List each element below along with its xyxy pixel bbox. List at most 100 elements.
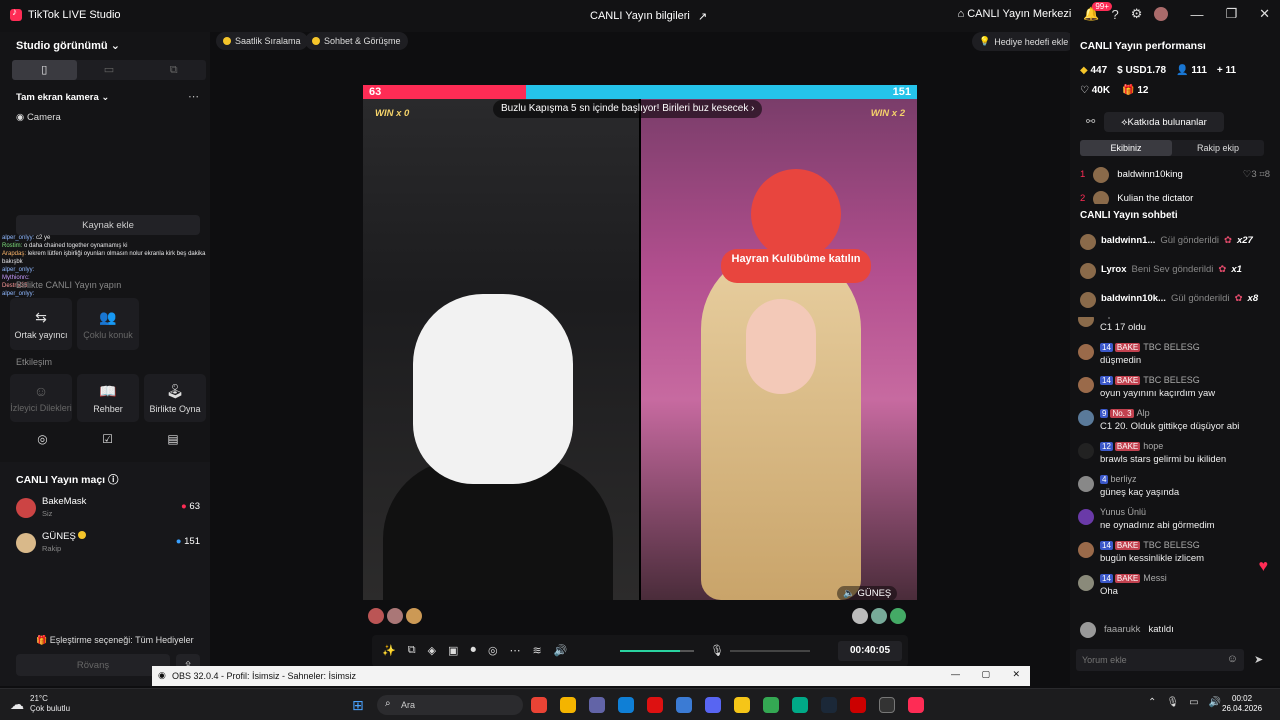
minimize-icon[interactable]: — — [951, 669, 960, 679]
multi-guest-button[interactable]: 👥 Çoklu konuk — [77, 298, 139, 350]
chat-message[interactable]: 9 No. 3 Alp C1 20. Olduk gittikçe düşüyor a… — [1078, 408, 1268, 432]
microphone-icon[interactable]: 🎙 — [1166, 697, 1179, 708]
avatar[interactable] — [1154, 7, 1169, 21]
studio-view-dropdown[interactable]: Studio görünümü ⌄ — [16, 39, 120, 52]
close-icon[interactable]: ✕ — [1012, 669, 1020, 680]
app-icon[interactable] — [792, 697, 808, 713]
tiktok-icon[interactable] — [908, 697, 924, 713]
comment-field[interactable] — [1076, 649, 1216, 671]
dual-icon[interactable]: ⧉ — [141, 60, 206, 80]
avatar[interactable] — [406, 608, 422, 624]
obs-window[interactable]: ◉ OBS 32.0.4 - Profil: İsimsiz - Sahnele… — [152, 666, 1030, 686]
speaker-icon[interactable]: 🔊 — [554, 644, 568, 657]
store-icon[interactable] — [560, 697, 576, 713]
bell-icon[interactable]: 🔔 99+ — [1083, 2, 1112, 22]
chat-message[interactable]: 12 BAKE hope brawls stars gelirmi bu ikilid… — [1078, 441, 1268, 465]
send-icon[interactable]: ➤ — [1254, 653, 1263, 666]
monitor-icon[interactable]: ▭ — [1189, 697, 1198, 708]
gift-goal-chip[interactable]: 💡 Hediye hedefi ekle — [972, 32, 1076, 51]
volume-slider[interactable] — [620, 650, 680, 652]
record-icon[interactable]: ⏺ — [470, 644, 476, 657]
chat-message[interactable]: Yunus Ünlü ne oynadınız abi görmedim — [1078, 507, 1268, 531]
layout-icon[interactable]: ▣ — [448, 644, 458, 657]
list-item[interactable]: 1 baldwinn10king ♡3 ⌗8 — [1080, 165, 1270, 183]
camera-mode-dropdown[interactable]: Tam ekran kamera ⌄ — [16, 92, 109, 103]
close-icon[interactable]: ✕ — [1259, 6, 1270, 22]
landscape-icon[interactable]: ▭ — [77, 60, 142, 80]
windows-start-icon[interactable]: ⊞ — [352, 697, 364, 714]
chat-meeting-chip[interactable]: Sohbet & Görüşme — [305, 32, 408, 50]
gift-item[interactable]: baldwinn10k... Gül gönderildi ✿ x8 — [1080, 284, 1275, 313]
chrome-alt-icon[interactable] — [763, 697, 779, 713]
emoji-icon[interactable]: ☺ — [1227, 653, 1238, 665]
viewer-wishes-button[interactable]: ☺ İzleyici Dilekleri — [10, 374, 72, 422]
chat-message[interactable]: 14 BAKE TBC BELESG oyun yayınını kaçırdım y… — [1078, 375, 1268, 399]
chat-message[interactable]: 14 BAKE TBC BELESG düşmedin — [1078, 342, 1268, 366]
hourly-ranking-chip[interactable]: Saatlik Sıralama — [216, 32, 308, 50]
contributors-button[interactable]: ⟡ Katkıda bulunanlar — [1104, 112, 1224, 132]
opera-icon[interactable] — [647, 697, 663, 713]
help-icon[interactable]: ⓘ — [108, 474, 119, 486]
overlay-icon[interactable]: ⧉ — [408, 644, 416, 657]
rematch-button[interactable]: Rövanş — [16, 654, 170, 676]
avatar[interactable] — [387, 608, 403, 624]
maximize-icon[interactable]: ❐ — [1225, 6, 1237, 22]
camera-source[interactable]: ◉ Camera — [16, 112, 61, 123]
store-icon[interactable]: ▤ — [167, 432, 178, 460]
discord-icon[interactable] — [705, 697, 721, 713]
help-icon[interactable]: ? — [1112, 7, 1119, 22]
steam-icon[interactable] — [821, 697, 837, 713]
tab-your-team[interactable]: Ekibiniz — [1080, 140, 1172, 156]
effects-icon[interactable]: ◈ — [428, 644, 436, 657]
chevron-up-icon[interactable]: ⌃ — [1148, 697, 1156, 708]
gear-icon[interactable]: ⚙ — [1131, 6, 1143, 22]
mail-icon[interactable] — [676, 697, 692, 713]
speaker-icon[interactable]: 🔈 — [843, 588, 855, 599]
portrait-icon[interactable]: ▯ — [12, 60, 77, 80]
volume-icon[interactable]: 🔊 — [1209, 697, 1221, 708]
tab-rival-team[interactable]: Rakip ekip — [1172, 140, 1264, 156]
avatar[interactable] — [871, 608, 887, 624]
mic-slider[interactable] — [730, 650, 810, 652]
gift-item[interactable]: baldwinn1... Gül gönderildi ✿ x27 — [1080, 226, 1275, 255]
weather-widget[interactable]: ☁ 21°C Çok bulutlu — [10, 694, 70, 714]
cohost-button[interactable]: ⇆ Ortak yayıncı — [10, 298, 72, 350]
comment-input[interactable]: ☺ — [1076, 649, 1244, 671]
teams-icon[interactable] — [589, 697, 605, 713]
chat-message[interactable]: 14 BAKE TBC BELESG bugün kessinlikle izlice… — [1078, 540, 1268, 564]
minimize-icon[interactable]: — — [1190, 7, 1203, 22]
list-item[interactable]: 2 Kulian the dictator — [1080, 189, 1270, 205]
add-source-button[interactable]: Kaynak ekle — [16, 215, 200, 235]
guide-button[interactable]: 📖 Rehber — [77, 374, 139, 422]
match-option[interactable]: 🎁 Eşleştirme seçeneği: Tüm Hediyeler — [36, 635, 194, 646]
avatar[interactable] — [890, 608, 906, 624]
magic-wand-icon[interactable]: ✨ — [382, 644, 396, 657]
gift-item[interactable]: Lyrox Beni Sev gönderildi ✿ x1 — [1080, 255, 1275, 284]
maximize-icon[interactable]: ▢ — [981, 669, 990, 680]
chat-message[interactable]: 4 berliyz güneş kaç yaşında — [1078, 474, 1268, 498]
avatar[interactable] — [368, 608, 384, 624]
edge-icon[interactable] — [618, 697, 634, 713]
youtube-icon[interactable] — [850, 697, 866, 713]
obs-icon[interactable] — [879, 697, 895, 713]
play-together-button[interactable]: 🕹 Birlikte Oyna — [144, 374, 206, 422]
checklist-icon[interactable]: ☑ — [102, 432, 113, 460]
more-icon[interactable]: ⋯ — [188, 90, 199, 103]
chat-message[interactable]: AlpC1 17 oldu — [1078, 317, 1268, 333]
mixer-icon[interactable]: ≋ — [533, 644, 542, 657]
chat-message[interactable]: 14 BAKE Messi Oha — [1078, 573, 1268, 597]
folder-icon[interactable] — [734, 697, 750, 713]
target-icon[interactable]: ◎ — [37, 432, 47, 460]
chrome-icon[interactable] — [531, 697, 547, 713]
heart-icon[interactable]: ♥ — [1259, 558, 1269, 576]
clip-icon[interactable]: ◎ — [488, 644, 498, 657]
taskbar-search[interactable]: ⌕ Ara — [377, 695, 523, 715]
more-icon[interactable]: ⋯ — [510, 644, 521, 657]
clock[interactable]: 00:02 26.04.2026 — [1222, 694, 1262, 714]
live-center-button[interactable]: ⌂ CANLI Yayın Merkezi — [958, 8, 1072, 20]
add-user-icon[interactable]: ⚯ — [1086, 115, 1095, 128]
avatar[interactable] — [852, 608, 868, 624]
live-info-link[interactable]: CANLI Yayın bilgileri ↗ — [590, 10, 707, 23]
microphone-icon[interactable]: 🎙 — [710, 644, 724, 657]
battle-banner[interactable]: Buzlu Kapışma 5 sn içinde başlıyor! Biri… — [493, 100, 763, 118]
